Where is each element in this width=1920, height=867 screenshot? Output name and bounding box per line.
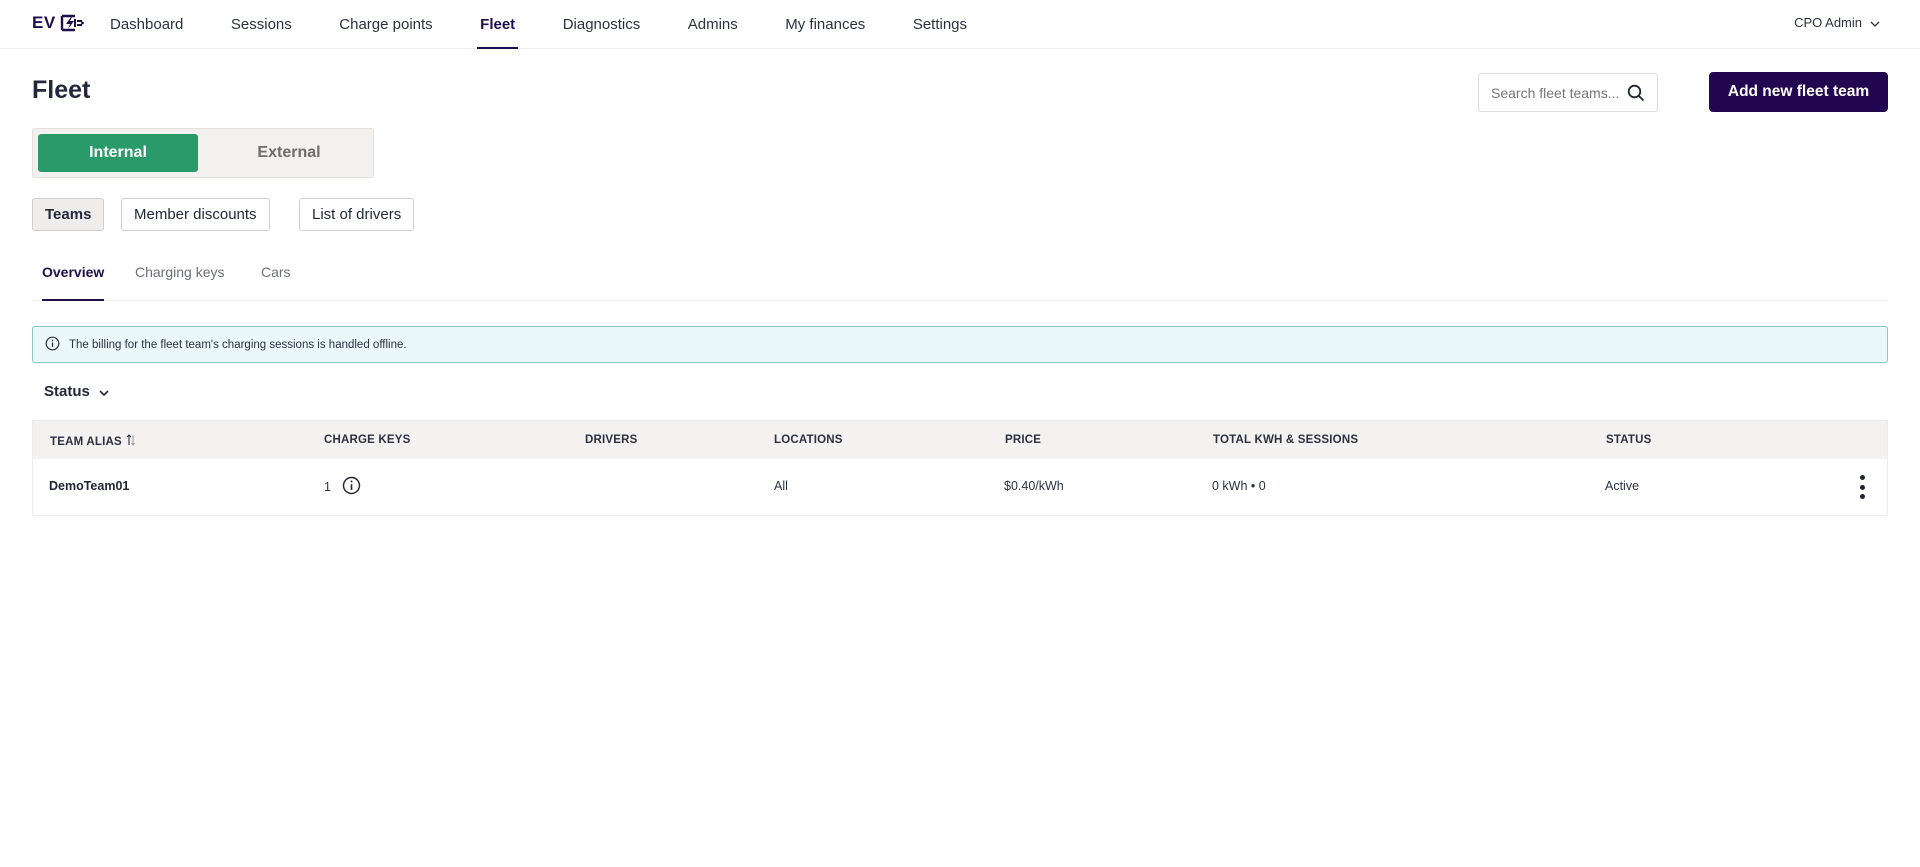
nav-item-settings[interactable]: Settings: [913, 0, 967, 49]
charge-keys-count: 1: [324, 480, 331, 494]
chevron-down-icon: [99, 383, 109, 400]
search-icon[interactable]: [1627, 84, 1645, 102]
search-box[interactable]: [1478, 73, 1658, 112]
subtabs: Overview Charging keys Cars: [32, 252, 1888, 301]
nav-item-diagnostics[interactable]: Diagnostics: [563, 0, 641, 49]
nav-item-dashboard[interactable]: Dashboard: [110, 0, 183, 49]
column-header-status: STATUS: [1606, 434, 1652, 446]
banner-text: The billing for the fleet team's chargin…: [69, 338, 407, 351]
column-header-charge-keys: CHARGE KEYS: [324, 434, 411, 446]
cell-total-kwh-sessions: 0 kWh • 0: [1212, 479, 1266, 493]
column-header-total-kwh-sessions: TOTAL KWH & SESSIONS: [1213, 434, 1359, 446]
lightning-plug-icon: [59, 14, 85, 32]
fleet-teams-table: TEAM ALIAS CHARGE KEYS DRIVERS LOCATIONS…: [32, 420, 1888, 516]
cell-team-alias: DemoTeam01: [49, 479, 130, 493]
tab-member-discounts[interactable]: Member discounts: [121, 198, 270, 231]
kebab-menu-icon[interactable]: [1857, 475, 1867, 499]
info-banner: The billing for the fleet team's chargin…: [32, 326, 1888, 363]
app-logo[interactable]: EV: [32, 13, 85, 33]
search-input[interactable]: [1491, 84, 1627, 101]
page-title: Fleet: [32, 76, 91, 104]
nav-item-sessions[interactable]: Sessions: [231, 0, 292, 49]
column-header-locations: LOCATIONS: [774, 434, 843, 446]
toggle-external[interactable]: External: [209, 134, 369, 172]
tab-teams[interactable]: Teams: [32, 198, 105, 231]
table-header: TEAM ALIAS CHARGE KEYS DRIVERS LOCATIONS…: [33, 421, 1887, 459]
column-header-team-alias[interactable]: TEAM ALIAS: [50, 434, 136, 449]
user-menu[interactable]: CPO Admin: [1794, 15, 1880, 30]
subtab-overview[interactable]: Overview: [42, 264, 105, 301]
nav-item-charge-points[interactable]: Charge points: [339, 0, 432, 49]
nav-item-my-finances[interactable]: My finances: [785, 0, 865, 49]
table-row[interactable]: DemoTeam01 1 All $0.40/kWh 0 kWh • 0 Act…: [33, 459, 1887, 516]
tab-list-of-drivers[interactable]: List of drivers: [299, 198, 415, 231]
nav-item-admins[interactable]: Admins: [688, 0, 738, 49]
toggle-internal[interactable]: Internal: [38, 134, 198, 172]
main-nav: Dashboard Sessions Charge points Fleet D…: [110, 0, 1015, 49]
cell-locations: All: [774, 479, 788, 493]
info-icon[interactable]: [342, 476, 361, 498]
cell-price: $0.40/kWh: [1004, 479, 1064, 493]
column-label-team-alias: TEAM ALIAS: [50, 435, 122, 448]
add-new-fleet-team-button[interactable]: Add new fleet team: [1709, 72, 1888, 112]
subtab-cars[interactable]: Cars: [261, 264, 291, 301]
internal-external-toggle: Internal External: [32, 128, 374, 178]
sort-icon[interactable]: [126, 434, 136, 449]
cell-charge-keys: 1: [324, 476, 361, 498]
status-filter-label: Status: [44, 383, 90, 400]
top-navigation: EV Dashboard Sessions Charge points Flee…: [0, 0, 1920, 49]
chevron-down-icon: [1870, 15, 1880, 30]
subtab-charging-keys[interactable]: Charging keys: [135, 264, 225, 301]
info-icon: [45, 336, 60, 354]
nav-item-fleet[interactable]: Fleet: [477, 0, 519, 49]
cell-status: Active: [1605, 479, 1640, 493]
user-name: CPO Admin: [1794, 15, 1862, 30]
status-filter[interactable]: Status: [44, 383, 109, 400]
column-header-drivers: DRIVERS: [585, 434, 638, 446]
column-header-price: PRICE: [1005, 434, 1042, 446]
logo-text: EV: [32, 13, 56, 32]
